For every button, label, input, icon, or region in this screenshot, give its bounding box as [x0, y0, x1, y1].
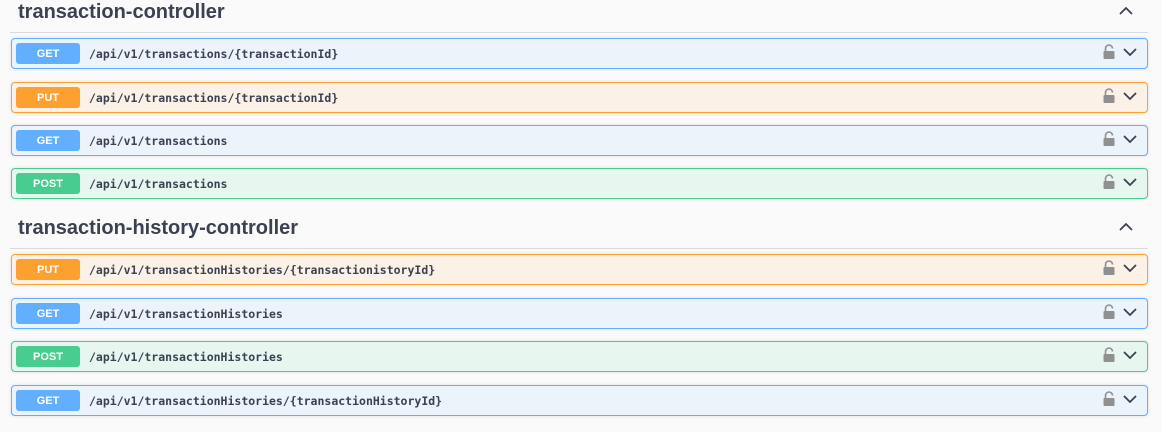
operation-get-transaction-histories[interactable]: GET /api/v1/transactionHistories [11, 298, 1148, 329]
lock-icon[interactable] [1102, 88, 1116, 104]
section-transaction-controller: transaction-controller GET /api/v1/trans… [0, 0, 1162, 199]
lock-icon[interactable] [1102, 347, 1116, 363]
chevron-down-icon[interactable] [1122, 177, 1138, 187]
chevron-up-icon[interactable] [1114, 0, 1138, 23]
chevron-down-icon[interactable] [1122, 47, 1138, 57]
lock-icon[interactable] [1102, 260, 1116, 276]
section-header[interactable]: transaction-history-controller [10, 213, 1148, 249]
section-title: transaction-history-controller [18, 217, 299, 239]
chevron-down-icon[interactable] [1122, 350, 1138, 360]
operation-path: /api/v1/transactionHistories [89, 306, 283, 321]
operation-post-transactions[interactable]: POST /api/v1/transactions [11, 168, 1148, 199]
chevron-down-icon[interactable] [1122, 263, 1138, 273]
section-transaction-history-controller: transaction-history-controller PUT /api/… [0, 213, 1162, 416]
chevron-down-icon[interactable] [1122, 91, 1138, 101]
lock-icon[interactable] [1102, 44, 1116, 60]
operation-path: /api/v1/transactionHistories [89, 349, 283, 364]
operation-post-transaction-histories[interactable]: POST /api/v1/transactionHistories [11, 341, 1148, 372]
operation-get-transaction-history-by-id[interactable]: GET /api/v1/transactionHistories/{transa… [11, 385, 1148, 416]
chevron-up-icon[interactable] [1114, 215, 1138, 239]
chevron-down-icon[interactable] [1122, 134, 1138, 144]
operation-get-transaction-by-id[interactable]: GET /api/v1/transactions/{transactionId} [11, 38, 1148, 69]
section-header[interactable]: transaction-controller [10, 0, 1148, 33]
lock-icon[interactable] [1102, 174, 1116, 190]
chevron-down-icon[interactable] [1122, 307, 1138, 317]
operation-path: /api/v1/transactions [89, 133, 228, 148]
operation-path: /api/v1/transactions [89, 176, 228, 191]
operation-path: /api/v1/transactionHistories/{transactio… [89, 262, 436, 277]
method-badge-put: PUT [16, 87, 80, 108]
method-badge-post: POST [16, 173, 80, 194]
chevron-down-icon[interactable] [1122, 394, 1138, 404]
method-badge-get: GET [16, 390, 80, 411]
method-badge-post: POST [16, 346, 80, 367]
operation-path: /api/v1/transactionHistories/{transactio… [89, 393, 443, 408]
operation-path: /api/v1/transactions/{transactionId} [89, 46, 339, 61]
method-badge-get: GET [16, 43, 80, 64]
method-badge-get: GET [16, 130, 80, 151]
lock-icon[interactable] [1102, 304, 1116, 320]
operation-path: /api/v1/transactions/{transactionId} [89, 90, 339, 105]
operation-put-transaction[interactable]: PUT /api/v1/transactions/{transactionId} [11, 82, 1148, 113]
lock-icon[interactable] [1102, 391, 1116, 407]
section-title: transaction-controller [18, 1, 225, 23]
lock-icon[interactable] [1102, 131, 1116, 147]
operation-put-transaction-history[interactable]: PUT /api/v1/transactionHistories/{transa… [11, 254, 1148, 285]
operation-get-transactions[interactable]: GET /api/v1/transactions [11, 125, 1148, 156]
method-badge-put: PUT [16, 259, 80, 280]
method-badge-get: GET [16, 303, 80, 324]
